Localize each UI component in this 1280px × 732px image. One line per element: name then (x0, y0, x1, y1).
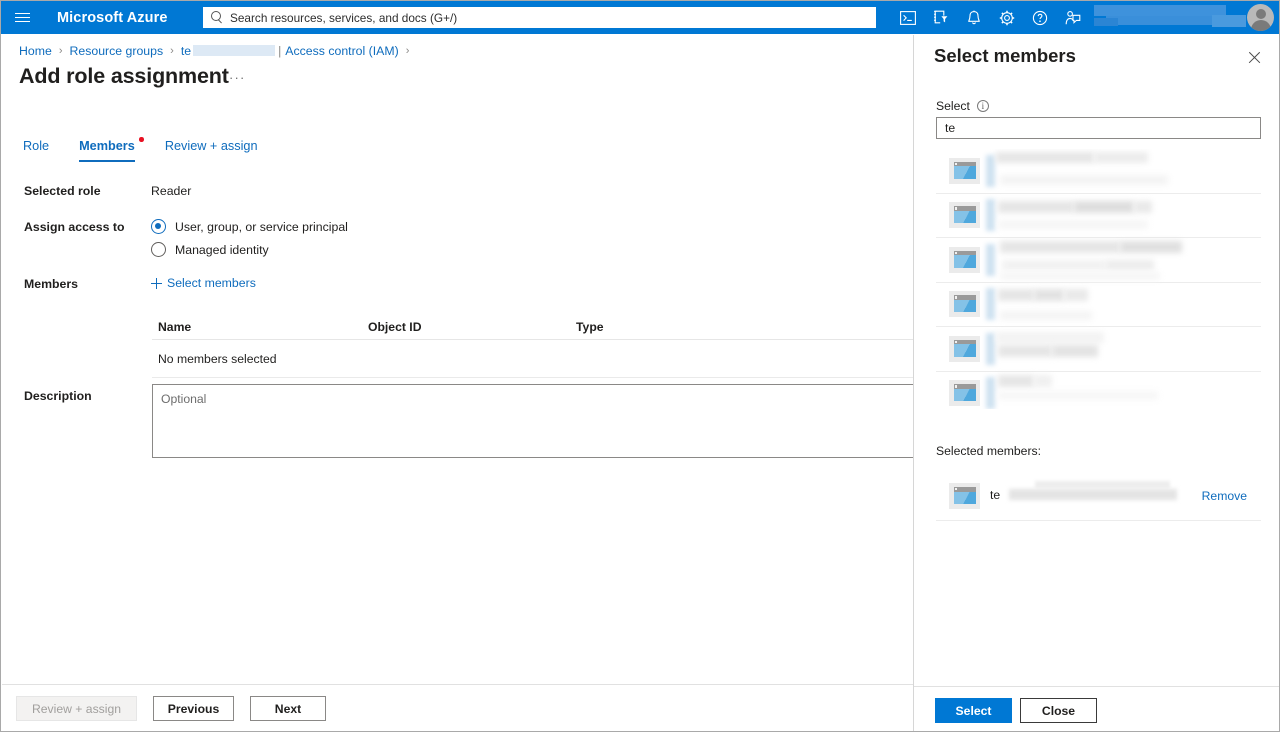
avatar[interactable] (1247, 4, 1274, 31)
directory-filter-icon[interactable] (924, 1, 957, 34)
previous-button[interactable]: Previous (153, 696, 234, 721)
settings-gear-icon[interactable] (990, 1, 1023, 34)
description-placeholder: Optional (161, 392, 206, 406)
list-item[interactable] (936, 327, 1261, 372)
review-assign-button[interactable]: Review + assign (16, 696, 137, 721)
breadcrumb-separator: › (59, 45, 63, 57)
tab-role-label: Role (23, 139, 49, 153)
breadcrumb-pipe: | (278, 44, 281, 58)
next-button[interactable]: Next (250, 696, 326, 721)
breadcrumb-item-access-control[interactable]: Access control (IAM) (285, 44, 398, 58)
notifications-bell-icon[interactable] (957, 1, 990, 34)
redacted-result-text (990, 371, 1261, 409)
list-item[interactable] (936, 238, 1261, 283)
list-item[interactable] (936, 194, 1261, 239)
redacted-result-text (990, 327, 1261, 372)
tab-review-assign-label: Review + assign (165, 139, 258, 153)
redacted-result-text (990, 149, 1261, 193)
top-nav-icon-group (891, 1, 1089, 34)
members-table-header: Name Object ID Type (152, 316, 927, 340)
breadcrumb-redacted-block (193, 45, 275, 56)
hamburger-menu-icon[interactable] (1, 1, 43, 34)
select-label-text: Select (936, 99, 970, 113)
unsaved-changes-dot-icon (139, 137, 144, 142)
radio-managed-identity[interactable]: Managed identity (151, 242, 269, 257)
select-members-panel: Select members Select i te (913, 35, 1280, 732)
app-registration-icon (949, 336, 980, 362)
members-table-empty-message: No members selected (152, 352, 277, 366)
select-members-link-label: Select members (167, 276, 256, 290)
breadcrumb-item-resource-groups[interactable]: Resource groups (69, 44, 163, 58)
app-registration-icon (949, 202, 980, 228)
close-button[interactable]: Close (1020, 698, 1097, 723)
azure-portal-window: Microsoft Azure Search resources, servic… (0, 0, 1280, 732)
redacted-result-text (990, 282, 1261, 327)
assign-access-to-label: Assign access to (24, 220, 124, 234)
global-search-input[interactable]: Search resources, services, and docs (G+… (203, 7, 876, 28)
column-header-name: Name (158, 320, 191, 334)
list-item[interactable] (936, 372, 1261, 410)
cloud-shell-icon[interactable] (891, 1, 924, 34)
members-label: Members (24, 277, 78, 291)
tab-review-assign[interactable]: Review + assign (165, 139, 258, 162)
select-members-link[interactable]: Select members (151, 276, 256, 290)
selected-role-label: Selected role (24, 184, 101, 198)
wizard-tabs: Role Members Review + assign (23, 134, 288, 162)
main-footer-bar: Review + assign Previous Next (2, 684, 913, 730)
breadcrumb-separator: › (406, 45, 410, 57)
breadcrumb-separator: › (170, 45, 174, 57)
description-label: Description (24, 389, 92, 403)
tab-members[interactable]: Members (79, 139, 135, 162)
account-name-redacted (1094, 1, 1246, 34)
app-registration-icon (949, 291, 980, 317)
help-question-icon[interactable] (1023, 1, 1056, 34)
column-header-object-id: Object ID (368, 320, 422, 334)
close-icon[interactable] (1244, 47, 1266, 69)
tab-role[interactable]: Role (23, 139, 49, 162)
redacted-result-text (990, 238, 1261, 283)
selected-members-label: Selected members: (936, 444, 1041, 458)
radio-button-icon (151, 242, 166, 257)
redacted-result-text (990, 193, 1261, 238)
breadcrumb-item-home[interactable]: Home (19, 44, 52, 58)
search-placeholder: Search resources, services, and docs (G+… (230, 11, 457, 25)
info-icon[interactable]: i (977, 100, 989, 112)
breadcrumb-item-resource-group[interactable]: te (181, 44, 191, 58)
column-header-type: Type (576, 320, 604, 334)
radio-managed-identity-label: Managed identity (175, 243, 269, 257)
select-search-value: te (945, 121, 955, 135)
selected-member-name-prefix: te (990, 488, 1000, 502)
description-textarea[interactable]: Optional (152, 384, 927, 458)
selected-member-item: te Remove (936, 472, 1261, 521)
list-item[interactable] (936, 283, 1261, 328)
plus-icon (151, 278, 162, 289)
app-registration-icon (949, 158, 980, 184)
search-icon (211, 11, 224, 24)
radio-user-group-label: User, group, or service principal (175, 220, 348, 234)
table-row: No members selected (152, 340, 927, 378)
breadcrumb: Home › Resource groups › te | Access con… (19, 42, 416, 59)
page-more-menu-icon[interactable]: ··· (229, 73, 246, 83)
brand-title[interactable]: Microsoft Azure (57, 10, 168, 26)
list-item[interactable] (936, 149, 1261, 194)
search-results-list[interactable] (936, 149, 1261, 409)
app-registration-icon (949, 247, 980, 273)
page-title: Add role assignment (19, 64, 229, 89)
panel-title: Select members (934, 45, 1076, 67)
panel-footer-bar: Select Close (914, 686, 1280, 732)
app-registration-icon (949, 380, 980, 406)
radio-button-icon (151, 219, 166, 234)
remove-member-link[interactable]: Remove (1202, 489, 1247, 503)
feedback-icon[interactable] (1056, 1, 1089, 34)
selected-member-name: te (990, 472, 1202, 521)
select-button[interactable]: Select (935, 698, 1012, 723)
members-table: Name Object ID Type No members selected (152, 316, 927, 382)
select-field-label: Select i (936, 99, 989, 113)
app-registration-icon (949, 483, 980, 509)
select-search-input[interactable]: te (936, 117, 1261, 139)
radio-user-group-service-principal[interactable]: User, group, or service principal (151, 219, 348, 234)
tab-members-label: Members (79, 139, 135, 153)
selected-role-value: Reader (151, 184, 191, 198)
